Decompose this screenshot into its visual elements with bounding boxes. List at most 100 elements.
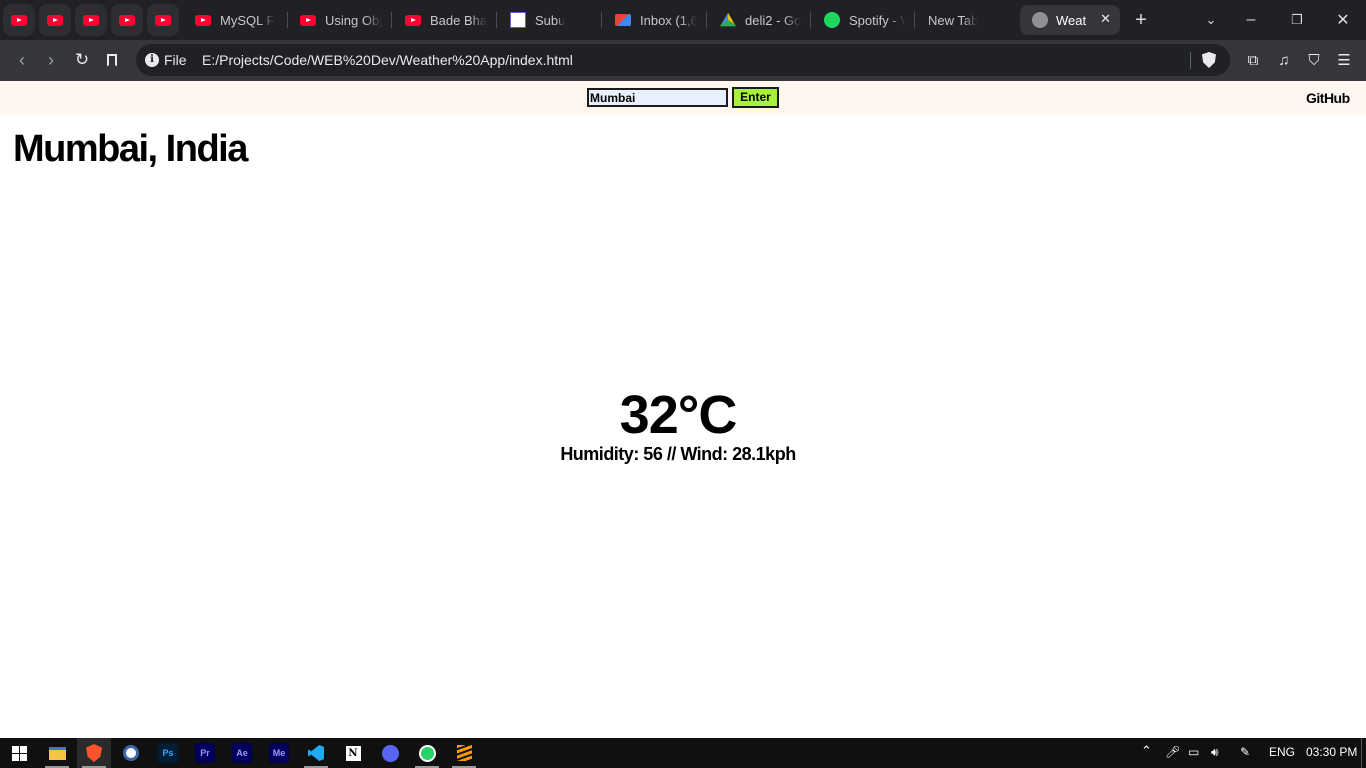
tab-label: Subu — [535, 12, 566, 28]
extensions-button[interactable]: ⧉ — [1243, 50, 1263, 70]
tab-separator — [496, 12, 497, 28]
minimize-icon: – — [1246, 11, 1256, 28]
taskbar-media-encoder[interactable]: Me — [269, 743, 289, 763]
github-link[interactable]: GitHub — [1306, 90, 1350, 106]
tab-label: deli2 - Go — [745, 12, 802, 28]
pinned-tab-youtube-1[interactable] — [3, 4, 35, 36]
clock[interactable]: 03:30 PM — [1306, 745, 1357, 759]
tab-separator — [810, 12, 811, 28]
forward-arrow-icon: › — [48, 49, 54, 70]
notion-icon: N — [345, 745, 361, 761]
puzzle-icon: ⧉ — [1247, 51, 1259, 69]
url-text[interactable]: E:/Projects/Code/WEB%20Dev/Weather%20App… — [202, 52, 573, 68]
scheme-label: File — [164, 52, 187, 68]
weather-details: Humidity: 56 // Wind: 28.1kph — [560, 444, 796, 464]
youtube-icon — [195, 12, 211, 28]
bookmark-button[interactable] — [99, 48, 125, 72]
back-arrow-icon: ‹ — [19, 49, 25, 70]
tab-label: Weat — [1056, 12, 1087, 28]
taskbar-discord[interactable] — [380, 743, 400, 763]
tab-mysql[interactable]: MySQL Fu — [195, 0, 275, 40]
youtube-icon — [119, 14, 135, 26]
brave-shields-icon[interactable] — [1202, 52, 1216, 68]
info-icon[interactable]: i — [145, 53, 159, 67]
close-tab-icon[interactable]: ✕ — [1100, 11, 1111, 27]
volume-icon[interactable]: 🔊︎ — [1211, 745, 1219, 760]
taskbar-vscode[interactable] — [306, 743, 326, 763]
taskbar-notion[interactable]: N — [343, 743, 363, 763]
vscode-icon — [308, 745, 324, 761]
windows-taskbar: Ps Pr Ae Me N ⌃ 🎤︎ ▭ 🔊︎ ✎ ENG 03:30 PM — [0, 738, 1366, 768]
browser-toolbar: ‹ › ↻ i File E:/Projects/Code/WEB%20Dev/… — [0, 40, 1366, 81]
tab-label: Bade Bhai — [430, 12, 487, 28]
minimize-button[interactable]: – — [1228, 0, 1274, 40]
divider — [1190, 52, 1191, 69]
tab-gmail[interactable]: Inbox (1,6 — [615, 0, 697, 40]
microphone-icon[interactable]: 🎤︎ — [1165, 745, 1180, 759]
photoshop-icon: Ps — [162, 748, 174, 758]
address-bar[interactable]: i File E:/Projects/Code/WEB%20Dev/Weathe… — [136, 44, 1230, 76]
enter-button[interactable]: Enter — [732, 87, 779, 108]
bookmark-icon — [107, 53, 117, 67]
chevron-down-icon: ⌄ — [1205, 12, 1217, 27]
pinned-tab-youtube-5[interactable] — [147, 4, 179, 36]
tab-spotify[interactable]: Spotify - V — [824, 0, 906, 40]
taskbar-wireguard[interactable] — [121, 743, 141, 763]
taskbar-file-explorer[interactable] — [47, 743, 67, 763]
subu-icon — [510, 12, 526, 28]
dragon-icon — [123, 745, 139, 761]
pinned-tab-youtube-3[interactable] — [75, 4, 107, 36]
plus-icon: + — [1135, 8, 1147, 31]
restore-button[interactable]: ❐ — [1274, 0, 1320, 40]
tab-separator — [391, 12, 392, 28]
close-window-button[interactable]: ✕ — [1320, 0, 1366, 40]
whatsapp-icon — [418, 744, 436, 762]
music-note-icon: ♫ — [1278, 51, 1290, 69]
reload-icon: ↻ — [74, 50, 90, 69]
tab-google-drive[interactable]: deli2 - Go — [720, 0, 802, 40]
city-search-input[interactable] — [587, 88, 728, 107]
forward-button[interactable]: › — [38, 48, 64, 72]
folder-icon — [48, 746, 66, 760]
language-indicator[interactable]: ENG — [1269, 745, 1295, 759]
taskbar-whatsapp[interactable] — [417, 743, 437, 763]
tab-separator — [601, 12, 602, 28]
new-tab-button[interactable]: + — [1118, 0, 1164, 40]
pinned-tab-youtube-2[interactable] — [39, 4, 71, 36]
taskbar-after-effects[interactable]: Ae — [232, 743, 252, 763]
tab-bade-bhai[interactable]: Bade Bhai — [405, 0, 487, 40]
reload-button[interactable]: ↻ — [69, 48, 95, 72]
taskbar-brave[interactable] — [84, 743, 104, 763]
spotify-icon — [824, 12, 840, 28]
tab-label: Spotify - V — [849, 12, 906, 28]
youtube-icon — [47, 14, 63, 26]
menu-button[interactable]: ☰ — [1334, 50, 1354, 70]
discord-icon — [381, 744, 399, 762]
pinned-tab-youtube-4[interactable] — [111, 4, 143, 36]
tab-weather-active[interactable]: Weat ✕ — [1020, 5, 1120, 35]
tab-new-tab[interactable]: New Tab — [928, 0, 1008, 40]
windows-logo-icon — [11, 745, 27, 761]
tab-separator — [287, 12, 288, 28]
premiere-icon: Pr — [200, 748, 210, 758]
google-drive-icon — [720, 12, 736, 27]
taskbar-photoshop[interactable]: Ps — [158, 743, 178, 763]
youtube-icon — [300, 12, 316, 28]
taskbar-sublime-text[interactable] — [454, 743, 474, 763]
media-button[interactable]: ♫ — [1274, 50, 1294, 70]
start-button[interactable] — [9, 743, 29, 763]
vpn-button[interactable]: ⛉ — [1304, 50, 1324, 70]
tray-chevron-up-icon[interactable]: ⌃ — [1141, 743, 1152, 759]
tab-separator — [914, 12, 915, 28]
network-icon[interactable]: ▭ — [1188, 745, 1199, 759]
back-button[interactable]: ‹ — [9, 48, 35, 72]
taskbar-premiere[interactable]: Pr — [195, 743, 215, 763]
tab-subu[interactable]: Subu — [510, 0, 592, 40]
tab-label: Using Obj — [325, 12, 382, 28]
close-icon: ✕ — [1336, 12, 1350, 29]
sublime-text-icon — [456, 745, 472, 761]
youtube-icon — [11, 14, 27, 26]
pen-icon[interactable]: ✎ — [1240, 745, 1250, 759]
tab-using-obj[interactable]: Using Obj — [300, 0, 382, 40]
show-desktop-button[interactable] — [1361, 738, 1362, 768]
